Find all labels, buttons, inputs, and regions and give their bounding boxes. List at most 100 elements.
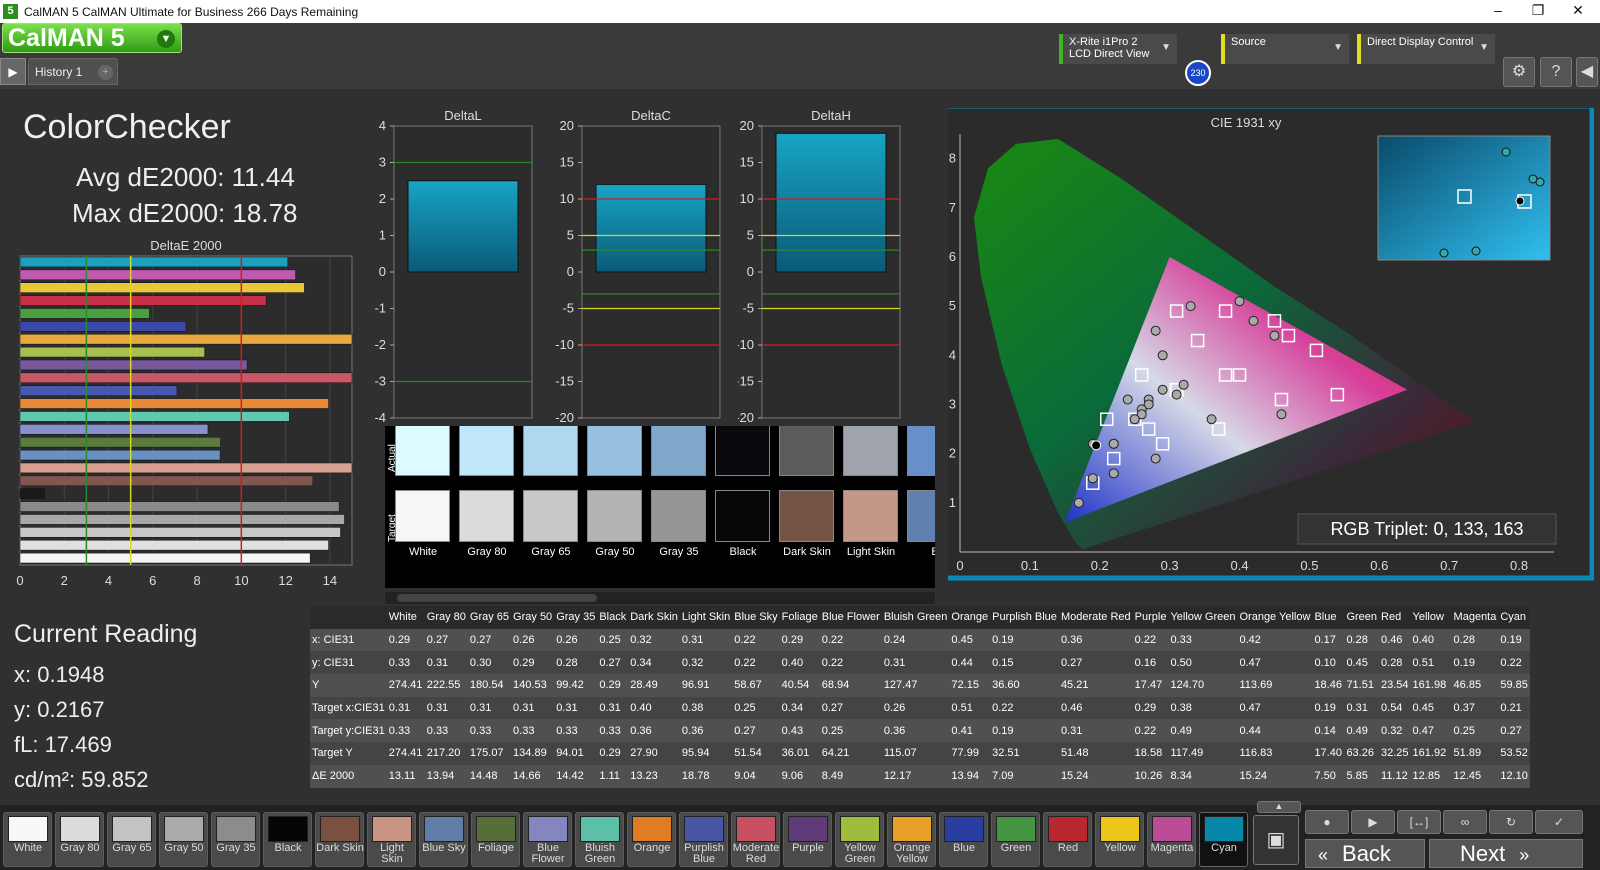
window-titlebar: 5 CalMAN 5 CalMAN Ultimate for Business … [0,0,1600,23]
table-cell: 0.22 [990,696,1059,720]
patch-label: Purplish Blue [684,842,724,865]
patch-button[interactable]: Gray 35 [211,812,260,867]
y-tick-label: 0.3 [948,396,956,411]
bar [19,501,340,512]
actual-swatch [715,426,770,476]
bar [19,334,353,345]
continuous-loop-icon[interactable]: ∞ [1443,810,1487,834]
patch-button[interactable]: Gray 80 [55,812,104,867]
table-cell: 9.06 [779,764,820,788]
patch-button[interactable]: Yellow [1095,812,1144,867]
table-cell: 0.28 [1379,651,1411,675]
settings-gear-icon[interactable]: ⚙ [1503,57,1535,87]
actual-point [1269,330,1280,341]
stop-square-icon[interactable]: ▣ [1253,815,1299,865]
tab-history[interactable]: History 1 + [28,58,118,85]
patch-button[interactable]: Red [1043,812,1092,867]
patch-button[interactable]: Dark Skin [315,812,364,867]
inset-point [1471,246,1481,256]
minimize-button[interactable]: – [1483,2,1513,18]
y-tick-label: 0 [567,264,574,279]
next-button[interactable]: Next » [1429,839,1583,868]
measure-bracket-icon[interactable]: [↔] [1397,810,1441,834]
patch-button[interactable]: Blue Sky [419,812,468,867]
app-icon: 5 [3,4,18,19]
table-cell: 0.32 [679,651,733,675]
y-tick-label: 0.5 [948,298,956,313]
source-selector[interactable]: Source ▼ [1221,34,1349,64]
patch-button[interactable]: Cyan [1199,812,1248,867]
table-cell: 51.54 [732,742,780,765]
table-cell: 53.52 [1498,742,1530,765]
window-title: CalMAN 5 CalMAN Ultimate for Business 26… [24,5,359,19]
patch-label: Magenta [1150,842,1194,854]
row-header: x: CIE31 [310,628,387,652]
maximize-button[interactable]: ❐ [1523,2,1553,19]
next-arrow-icon: » [1519,845,1530,865]
target-swatch [523,490,578,542]
table-cell: 0.40 [1410,628,1452,652]
back-button[interactable]: « Back [1305,839,1425,868]
table-cell: 51.48 [1058,742,1133,765]
scrollbar-thumb[interactable] [397,594,597,602]
bar [19,256,289,268]
patch-button[interactable]: Orange Yellow [887,812,936,867]
x-tick-label: 10 [234,573,248,588]
patch-button[interactable]: Gray 50 [159,812,208,867]
y-tick-label: -4 [374,410,386,425]
y-tick-label: 5 [567,228,574,243]
patch-button[interactable]: Moderate Red [731,812,780,867]
help-icon[interactable]: ? [1540,57,1572,87]
patch-button[interactable]: Blue Flower [523,812,572,867]
play-icon[interactable]: ▶ [1351,810,1395,834]
collapse-arrow-icon[interactable]: ◀ [1576,57,1598,87]
meter-badge[interactable]: 230 [1185,60,1211,86]
patch-button[interactable]: Green [991,812,1040,867]
column-header: Black [597,606,629,629]
meter-selector[interactable]: X-Rite i1Pro 2 LCD Direct View ▼ [1059,34,1177,64]
patch-button[interactable]: Bluish Green [575,812,624,867]
display-selector[interactable]: Direct Display Control ▼ [1357,34,1495,64]
patch-button[interactable]: Orange [627,812,676,867]
patch-button[interactable]: Magenta [1147,812,1196,867]
patch-button[interactable]: Black [263,812,312,867]
table-cell: 0.38 [1168,696,1238,720]
patch-button[interactable]: Gray 65 [107,812,156,867]
patch-button[interactable]: Blue [939,812,988,867]
table-cell: 0.22 [1132,628,1169,652]
bar [19,462,353,474]
patch-color-chip [788,816,828,842]
x-tick-label: 6 [149,573,156,588]
patch-label: Yellow [1104,842,1136,854]
x-tick-label: 0.1 [1021,558,1039,573]
patch-button[interactable]: Foliage [471,812,520,867]
patch-button[interactable]: Purple [783,812,832,867]
column-header: Blue Sky [732,606,780,629]
swatch-scrollbar[interactable] [385,592,935,604]
check-icon[interactable]: ✓ [1535,810,1583,834]
eject-icon[interactable]: ▲ [1257,801,1301,813]
patch-button[interactable]: Light Skin [367,812,416,867]
table-cell: 113.69 [1237,674,1313,697]
bar [19,527,341,538]
stop-icon[interactable]: ● [1305,810,1349,834]
patch-button[interactable]: Purplish Blue [679,812,728,867]
calman-logo-menu[interactable]: CalMAN 5 ▼ [2,23,182,53]
table-cell: 12.45 [1451,764,1499,788]
target-swatch [779,490,834,542]
table-cell: 0.33 [511,719,555,743]
patch-label: Light Skin [380,842,404,865]
refresh-icon[interactable]: ↻ [1489,810,1533,834]
table-cell: 28.49 [628,674,680,697]
patch-label: Gray 80 [60,842,100,854]
table-cell: 0.31 [467,696,512,720]
patch-button[interactable]: Yellow Green [835,812,884,867]
play-icon[interactable]: ▶ [0,58,26,85]
close-button[interactable]: ✕ [1563,2,1593,19]
add-tab-icon[interactable]: + [98,65,113,80]
swatch-label: White [408,546,438,558]
patch-color-chip [112,816,152,842]
table-cell: 0.10 [1312,651,1345,675]
actual-point [1073,497,1084,508]
patch-button[interactable]: White [3,812,52,867]
